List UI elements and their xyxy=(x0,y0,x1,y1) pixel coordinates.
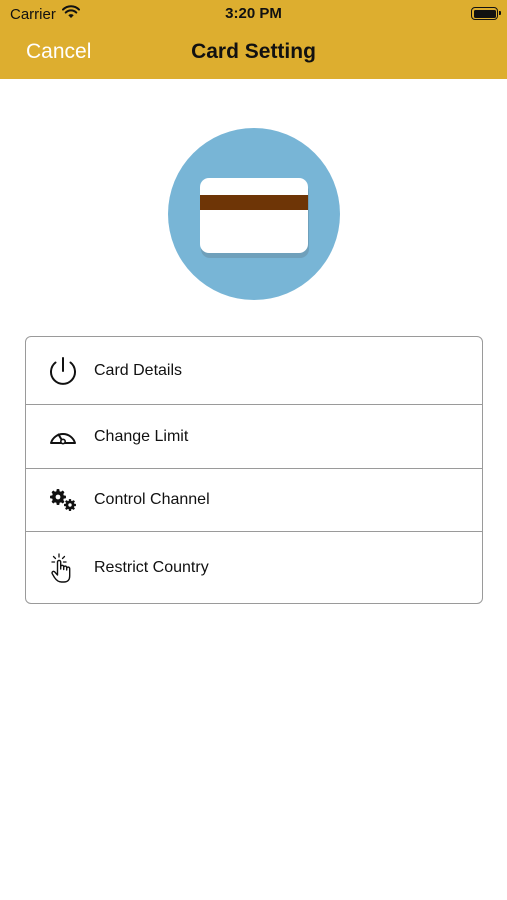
battery-icon xyxy=(471,7,501,20)
status-time: 3:20 PM xyxy=(225,5,282,22)
menu-item-label: Control Channel xyxy=(94,491,210,508)
menu-item-control-channel[interactable]: Control Channel xyxy=(26,468,482,531)
hand-pointer-icon xyxy=(46,551,80,585)
gears-icon xyxy=(46,483,80,517)
menu-item-card-details[interactable]: Card Details xyxy=(26,337,482,404)
navigation-bar: Carrier 3:20 PM Cancel Card Setting xyxy=(0,0,507,79)
menu-item-label: Restrict Country xyxy=(94,558,209,576)
card-settings-menu: Card Details Change Limit Control Channe… xyxy=(25,336,483,604)
menu-item-change-limit[interactable]: Change Limit xyxy=(26,404,482,468)
credit-card-icon xyxy=(168,128,340,300)
status-bar: Carrier 3:20 PM xyxy=(0,0,507,28)
menu-item-restrict-country[interactable]: Restrict Country xyxy=(26,531,482,603)
speedometer-icon xyxy=(46,420,80,454)
power-icon xyxy=(46,354,80,388)
menu-item-label: Card Details xyxy=(94,361,183,379)
menu-item-label: Change Limit xyxy=(94,427,189,445)
cancel-button[interactable]: Cancel xyxy=(26,40,91,64)
